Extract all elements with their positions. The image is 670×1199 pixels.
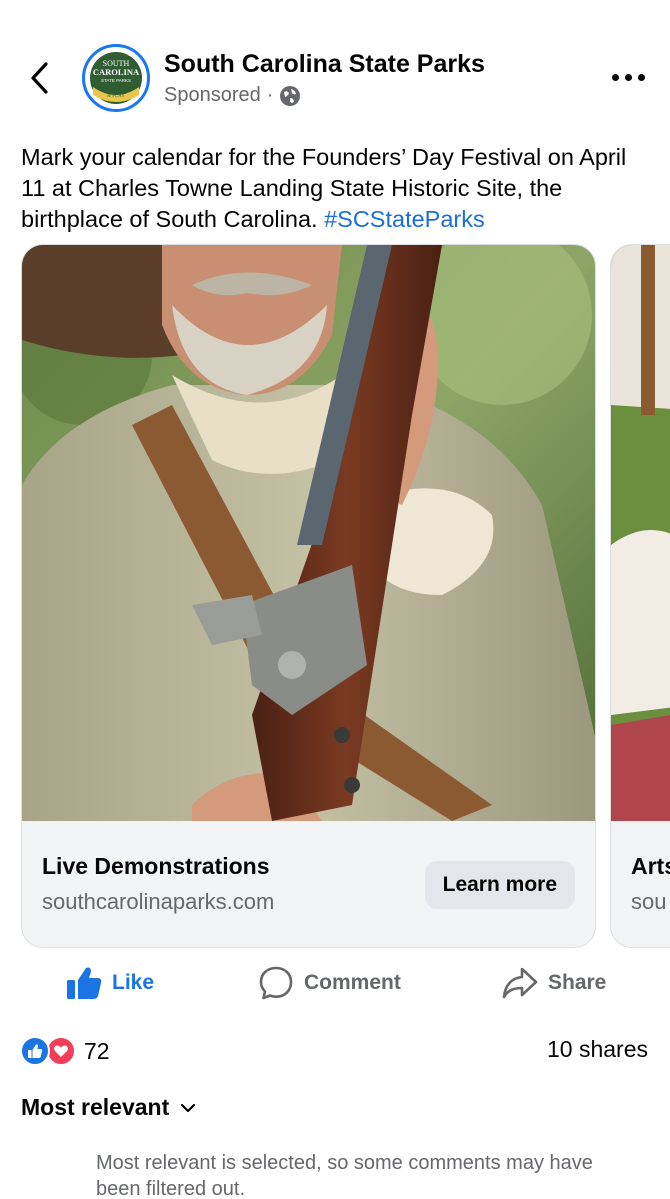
camp-photo (611, 245, 670, 821)
carousel-card[interactable]: Arts sou (610, 244, 670, 948)
reenactor-musket-photo (22, 245, 595, 821)
comment-button[interactable]: Comment (258, 963, 401, 1003)
svg-text:CAROLINA: CAROLINA (93, 67, 140, 77)
back-arrow-icon[interactable] (24, 58, 58, 98)
shares-count[interactable]: 10 shares (547, 1036, 648, 1063)
sort-label: Most relevant (21, 1094, 170, 1120)
meta-separator: · (266, 84, 274, 106)
comment-sort-dropdown[interactable]: Most relevant (21, 1094, 197, 1121)
post-caption: Mark your calendar for the Founders’ Day… (21, 142, 651, 235)
more-dot (611, 73, 619, 81)
card-title[interactable]: Live Demonstrations (42, 853, 270, 880)
like-button[interactable]: Like (66, 963, 154, 1003)
love-reaction-icon (46, 1036, 76, 1066)
share-label: Share (548, 971, 607, 994)
more-options-button[interactable] (608, 62, 648, 92)
card-info: Arts sou (611, 821, 670, 947)
like-reaction-icon (20, 1036, 50, 1066)
svg-text:COME OUT: COME OUT (102, 87, 131, 93)
more-dot (637, 73, 645, 81)
reaction-count: 72 (84, 1037, 110, 1064)
share-button[interactable]: Share (502, 963, 606, 1003)
card-title[interactable]: Arts (631, 853, 670, 880)
like-label: Like (112, 971, 155, 994)
post-meta: Sponsored · (164, 84, 301, 107)
thumbs-up-icon (67, 967, 102, 999)
chevron-down-icon (181, 1103, 196, 1112)
svg-text:STATE PARKS: STATE PARKS (101, 78, 131, 83)
sc-state-parks-logo: SOUTH CAROLINA STATE PARKS COME OUT & PL… (87, 49, 145, 107)
card-photo[interactable] (611, 245, 670, 821)
card-domain[interactable]: sou (631, 889, 666, 915)
hashtag-link[interactable]: #SCStateParks (324, 206, 485, 232)
sponsored-label: Sponsored (164, 84, 261, 106)
filter-note: Most relevant is selected, so some comme… (96, 1152, 593, 1199)
comment-icon (259, 966, 293, 1000)
learn-more-button[interactable]: Learn more (424, 861, 575, 909)
share-icon (502, 967, 538, 999)
card-photo[interactable] (22, 245, 595, 821)
page-avatar[interactable]: SOUTH CAROLINA STATE PARKS COME OUT & PL… (82, 44, 150, 112)
card-info: Live Demonstrations southcarolinaparks.c… (22, 821, 595, 947)
page-name[interactable]: South Carolina State Parks (164, 50, 485, 79)
carousel-card[interactable]: Live Demonstrations southcarolinaparks.c… (21, 244, 596, 948)
card-domain[interactable]: southcarolinaparks.com (42, 889, 274, 915)
comment-label: Comment (304, 971, 401, 994)
ad-post: SOUTH CAROLINA STATE PARKS COME OUT & PL… (0, 0, 670, 1199)
svg-text:& PLAY: & PLAY (107, 94, 125, 99)
reactions-summary[interactable]: 72 (20, 1035, 110, 1067)
globe-icon (280, 85, 301, 106)
more-dot (624, 73, 632, 81)
